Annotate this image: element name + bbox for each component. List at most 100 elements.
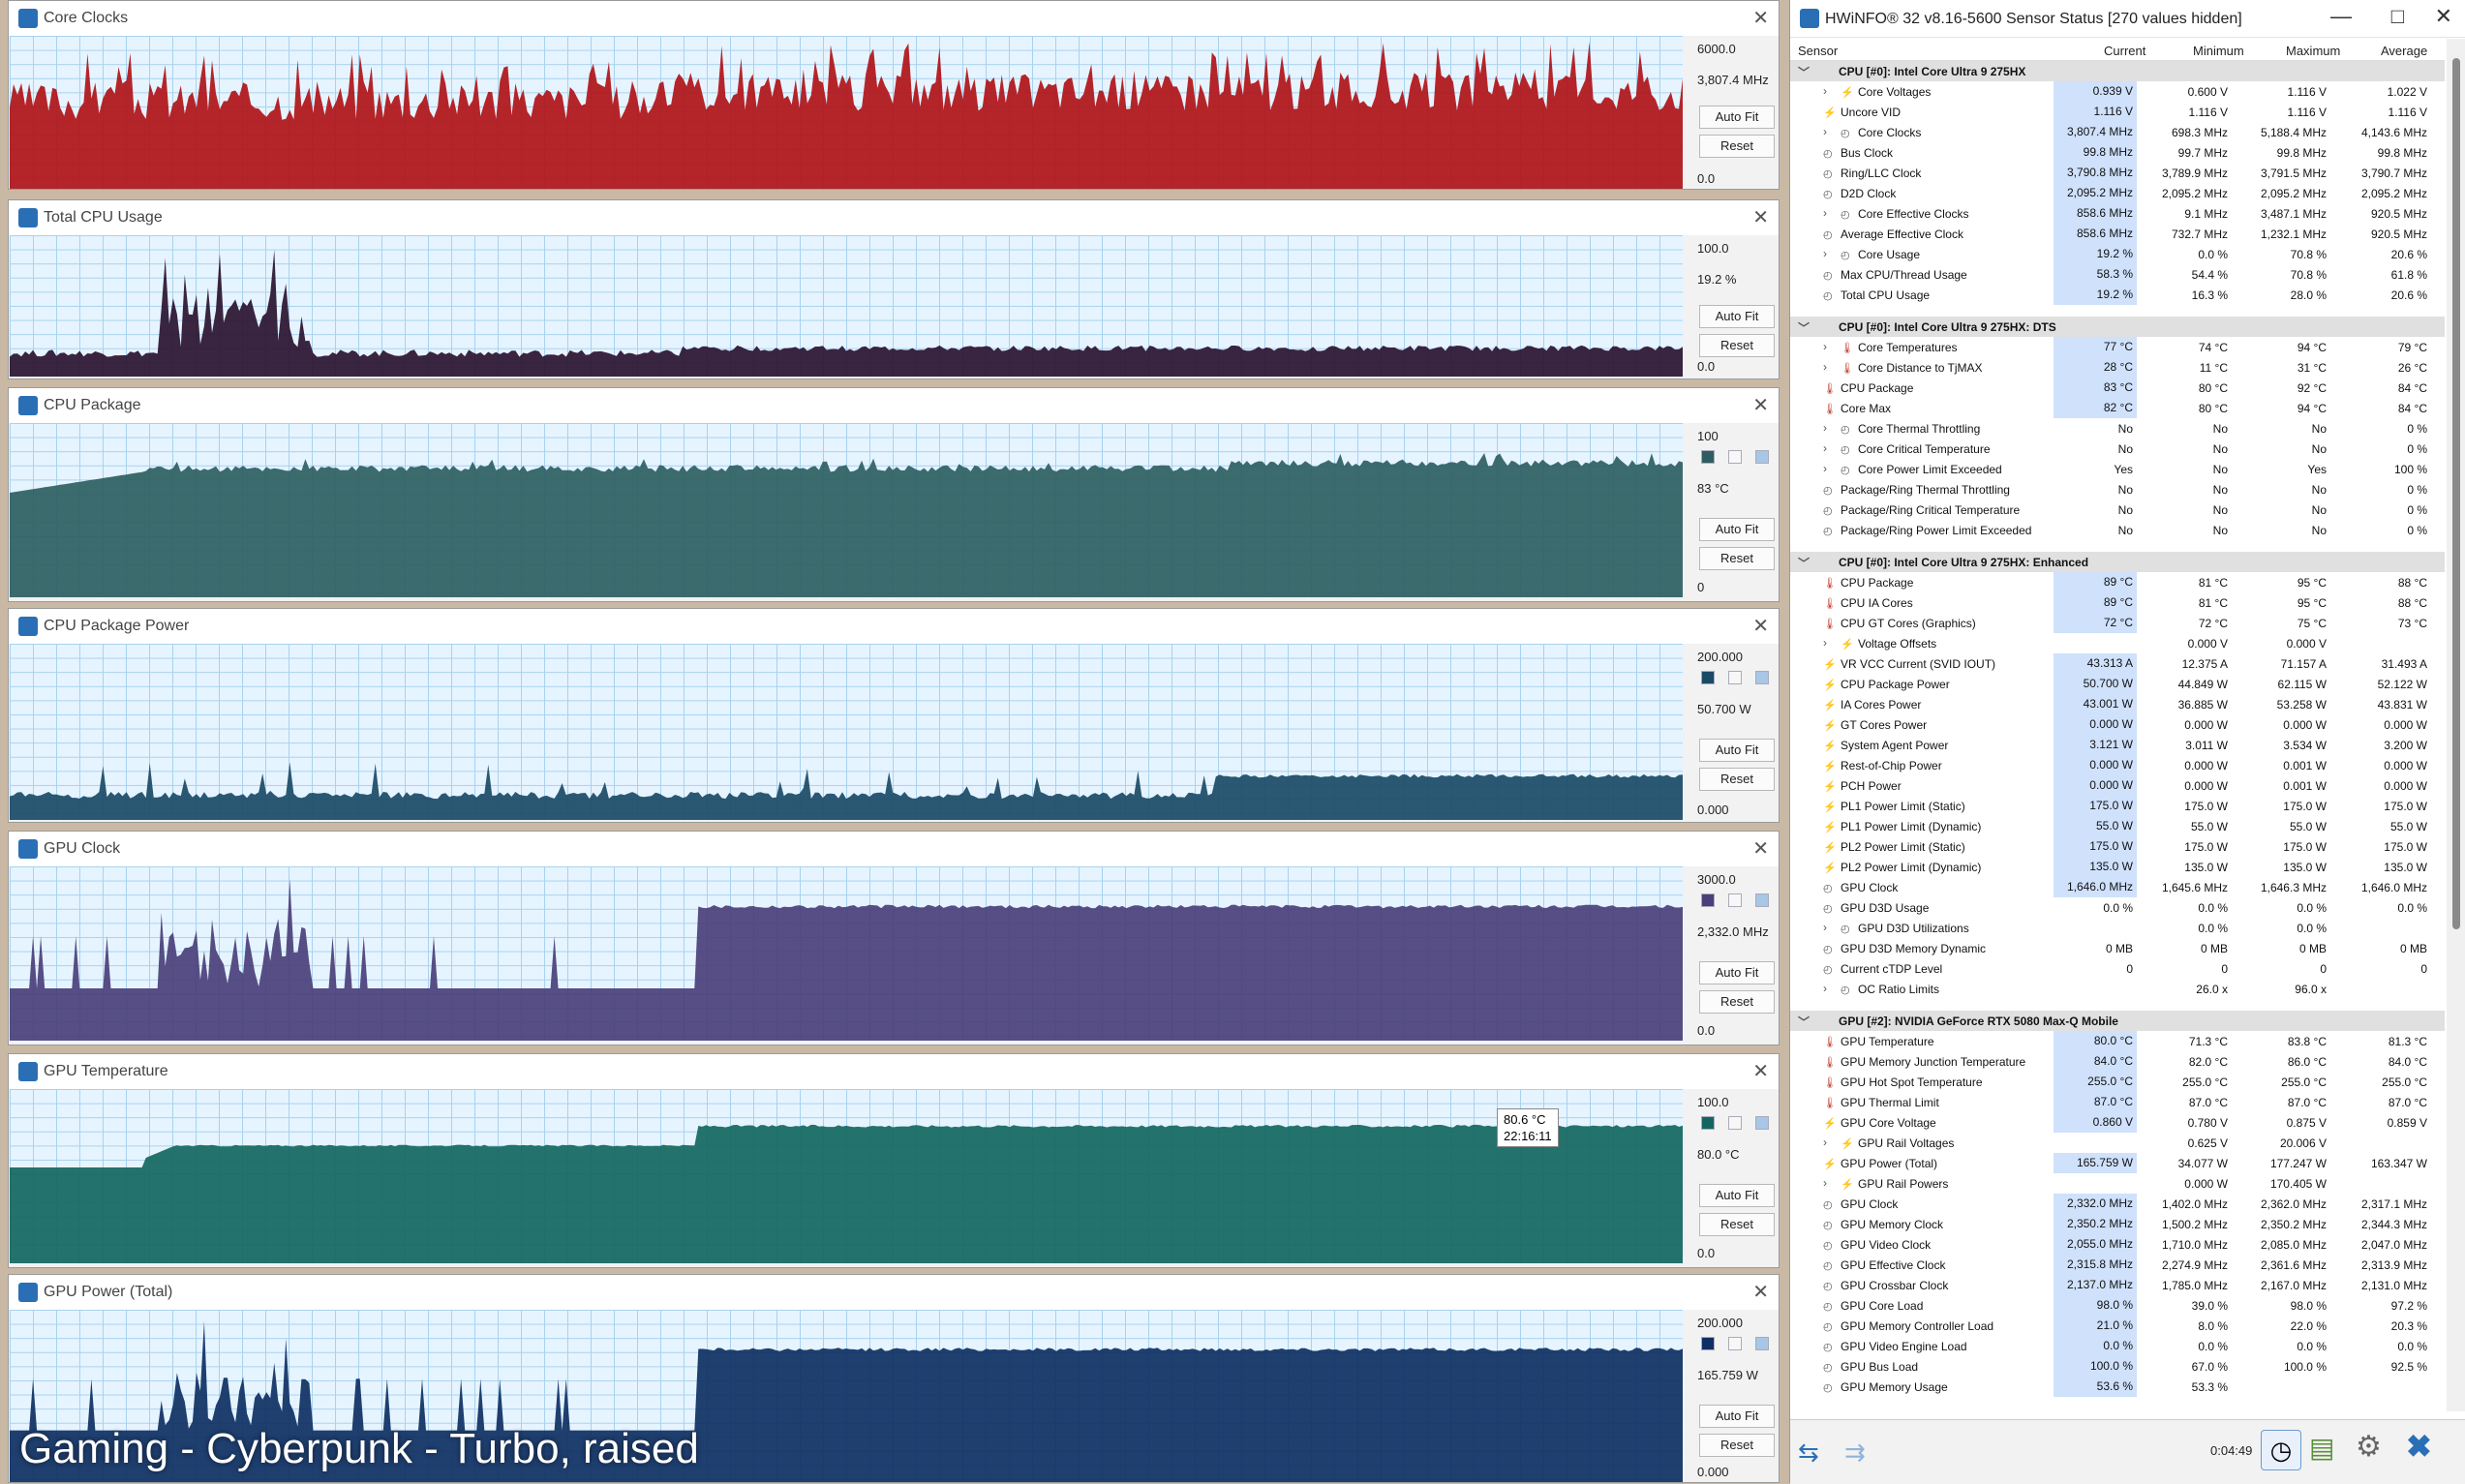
color-swatch[interactable] (1728, 671, 1742, 684)
col-minimum[interactable]: Minimum (2193, 44, 2244, 58)
color-swatch[interactable] (1755, 1337, 1769, 1350)
graph-titlebar[interactable]: GPU Clock ✕ (9, 832, 1779, 866)
sensor-row[interactable]: 🌡 CPU Package 83 °C 80 °C 92 °C 84 °C (1790, 378, 2445, 398)
auto-fit-button[interactable]: Auto Fit (1699, 739, 1775, 762)
col-maximum[interactable]: Maximum (2286, 44, 2340, 58)
minimize-icon[interactable]: — (2330, 4, 2352, 29)
close-icon[interactable]: ✕ (1752, 836, 1769, 861)
sensor-row[interactable]: 🌡 CPU IA Cores 89 °C 81 °C 95 °C 88 °C (1790, 592, 2445, 613)
reset-button[interactable]: Reset (1699, 135, 1775, 158)
sensor-row[interactable]: › ◴ Core Critical Temperature No No No 0 % (1790, 439, 2445, 459)
auto-fit-button[interactable]: Auto Fit (1699, 518, 1775, 541)
close-icon[interactable]: ✕ (1752, 205, 1769, 229)
scrollbar-thumb[interactable] (2452, 58, 2460, 929)
sensor-row[interactable]: › ⚡ GPU Rail Voltages 0.625 V 20.006 V (1790, 1133, 2445, 1153)
chevron-down-icon[interactable]: ﹀ (1798, 1014, 1810, 1030)
close-icon[interactable]: ✕ (1752, 393, 1769, 417)
sensor-row[interactable]: › ◴ GPU D3D Utilizations 0.0 % 0.0 % (1790, 918, 2445, 938)
sensor-row[interactable]: ◴ Bus Clock 99.8 MHz 99.7 MHz 99.8 MHz 99.8 M… (1790, 142, 2445, 163)
sensor-row[interactable]: ⚡ GPU Power (Total) 165.759 W 34.077 W 177.2… (1790, 1153, 2445, 1173)
sensor-row[interactable]: ◴ Current cTDP Level 0 0 0 0 (1790, 958, 2445, 979)
chevron-down-icon[interactable]: ﹀ (1798, 555, 1810, 571)
color-swatch[interactable] (1701, 893, 1715, 907)
col-current[interactable]: Current (2104, 44, 2145, 58)
hwinfo-titlebar[interactable]: HWiNFO® 32 v8.16-5600 Sensor Status [270… (1790, 0, 2465, 38)
close-icon[interactable]: ✕ (1752, 6, 1769, 30)
sensor-row[interactable]: 🌡 GPU Thermal Limit 87.0 °C 87.0 °C 87.0 °C 8… (1790, 1092, 2445, 1112)
sensor-row[interactable]: ⚡ System Agent Power 3.121 W 3.011 W 3.534 W… (1790, 735, 2445, 755)
chevron-right-icon[interactable]: › (1823, 360, 1827, 374)
reset-button[interactable]: Reset (1699, 768, 1775, 791)
chevron-right-icon[interactable]: › (1823, 921, 1827, 934)
sensor-row[interactable]: ⚡ CPU Package Power 50.700 W 44.849 W 62.115… (1790, 674, 2445, 694)
sensor-row[interactable]: › ⚡ GPU Rail Powers 0.000 W 170.405 W (1790, 1173, 2445, 1194)
chevron-right-icon[interactable]: › (1823, 421, 1827, 435)
chevron-down-icon[interactable]: ﹀ (1798, 64, 1810, 80)
log-file-icon[interactable]: ▤ (2309, 1432, 2334, 1464)
sensor-row[interactable]: ⚡ Uncore VID 1.116 V 1.116 V 1.116 V 1.116 V (1790, 102, 2445, 122)
sensor-row[interactable]: ⚡ GT Cores Power 0.000 W 0.000 W 0.000 W 0.00… (1790, 714, 2445, 735)
close-icon[interactable]: ✕ (2435, 4, 2452, 29)
color-swatch[interactable] (1755, 893, 1769, 907)
sensor-row[interactable]: ◴ GPU D3D Usage 0.0 % 0.0 % 0.0 % 0.0 % (1790, 897, 2445, 918)
clock-icon[interactable]: ◷ (2261, 1430, 2301, 1470)
graph-titlebar[interactable]: GPU Power (Total) ✕ (9, 1275, 1779, 1310)
auto-fit-button[interactable]: Auto Fit (1699, 106, 1775, 129)
sensor-row[interactable]: ◴ Package/Ring Critical Temperature No No No… (1790, 500, 2445, 520)
sensor-row[interactable]: › ◴ Core Usage 19.2 % 0.0 % 70.8 % 20.6 % (1790, 244, 2445, 264)
sensor-row[interactable]: ◴ GPU Core Load 98.0 % 39.0 % 98.0 % 97.2 % (1790, 1295, 2445, 1316)
sensor-row[interactable]: 🌡 CPU Package 89 °C 81 °C 95 °C 88 °C (1790, 572, 2445, 592)
col-sensor[interactable]: Sensor (1798, 44, 1838, 58)
sensor-group-header[interactable]: ﹀ CPU [#0]: Intel Core Ultra 9 275HX: Enh… (1790, 552, 2445, 572)
chevron-down-icon[interactable]: ﹀ (1798, 319, 1810, 336)
close-icon[interactable]: ✕ (1752, 1059, 1769, 1083)
color-swatch[interactable] (1701, 671, 1715, 684)
scrollbar[interactable] (2447, 39, 2465, 1411)
sensor-row[interactable]: › ◴ Core Thermal Throttling No No No 0 % (1790, 418, 2445, 439)
chevron-right-icon[interactable]: › (1823, 1136, 1827, 1149)
sensor-row[interactable]: 🌡 CPU GT Cores (Graphics) 72 °C 72 °C 75 °C 7… (1790, 613, 2445, 633)
graph-titlebar[interactable]: GPU Temperature ✕ (9, 1054, 1779, 1089)
close-icon[interactable]: ✕ (1752, 1280, 1769, 1304)
sensor-row[interactable]: › ◴ Core Power Limit Exceeded Yes No Yes 100 % (1790, 459, 2445, 479)
sensor-row[interactable]: ⚡ GPU Core Voltage 0.860 V 0.780 V 0.875 V 0.… (1790, 1112, 2445, 1133)
sensor-row[interactable]: › ⚡ Voltage Offsets 0.000 V 0.000 V (1790, 633, 2445, 653)
color-swatch[interactable] (1701, 450, 1715, 464)
sensor-row[interactable]: › ◴ OC Ratio Limits 26.0 x 96.0 x (1790, 979, 2445, 999)
chevron-right-icon[interactable]: › (1823, 247, 1827, 260)
color-swatch[interactable] (1701, 1116, 1715, 1130)
auto-fit-button[interactable]: Auto Fit (1699, 1184, 1775, 1207)
sensor-row[interactable]: ◴ GPU Memory Clock 2,350.2 MHz 1,500.2 MHz 2… (1790, 1214, 2445, 1234)
color-swatch[interactable] (1755, 450, 1769, 464)
sensor-row[interactable]: ⚡ VR VCC Current (SVID IOUT) 43.313 A 12.37… (1790, 653, 2445, 674)
chevron-right-icon[interactable]: › (1823, 125, 1827, 138)
sensor-row[interactable]: ⚡ PCH Power 0.000 W 0.000 W 0.001 W 0.000 W (1790, 775, 2445, 796)
chevron-right-icon[interactable]: › (1823, 1176, 1827, 1190)
chevron-right-icon[interactable]: › (1823, 340, 1827, 353)
nav-forward-icon[interactable]: ⇉ (1844, 1438, 1866, 1468)
reset-button[interactable]: Reset (1699, 334, 1775, 357)
graph-titlebar[interactable]: Total CPU Usage ✕ (9, 200, 1779, 235)
chevron-right-icon[interactable]: › (1823, 636, 1827, 650)
chevron-right-icon[interactable]: › (1823, 84, 1827, 98)
graph-titlebar[interactable]: CPU Package Power ✕ (9, 609, 1779, 644)
reset-button[interactable]: Reset (1699, 990, 1775, 1014)
chevron-right-icon[interactable]: › (1823, 206, 1827, 220)
sensor-row[interactable]: ◴ Package/Ring Power Limit Exceeded No No No… (1790, 520, 2445, 540)
sensor-row[interactable]: ◴ Ring/LLC Clock 3,790.8 MHz 3,789.9 MHz 3,7… (1790, 163, 2445, 183)
sensor-row[interactable]: 🌡 GPU Temperature 80.0 °C 71.3 °C 83.8 °C 81.… (1790, 1031, 2445, 1051)
sensor-row[interactable]: ◴ GPU Video Clock 2,055.0 MHz 1,710.0 MHz 2,… (1790, 1234, 2445, 1255)
sensor-row[interactable]: › ⚡ Core Voltages 0.939 V 0.600 V 1.116 V 1.02… (1790, 81, 2445, 102)
sensor-row[interactable]: › ◴ Core Effective Clocks 858.6 MHz 9.1 MHz 3… (1790, 203, 2445, 224)
sensor-row[interactable]: ◴ Total CPU Usage 19.2 % 16.3 % 28.0 % 20.6 % (1790, 285, 2445, 305)
sensor-group-header[interactable]: ﹀ CPU [#0]: Intel Core Ultra 9 275HX: DTS (1790, 317, 2445, 337)
sensor-row[interactable]: ⚡ PL1 Power Limit (Dynamic) 55.0 W 55.0 W 55… (1790, 816, 2445, 836)
sensor-row[interactable]: ⚡ IA Cores Power 43.001 W 36.885 W 53.258 W 4… (1790, 694, 2445, 714)
sensor-row[interactable]: › ◴ Core Clocks 3,807.4 MHz 698.3 MHz 5,188.4… (1790, 122, 2445, 142)
sensor-row[interactable]: › 🌡 Core Distance to TjMAX 28 °C 11 °C 31 °C 2… (1790, 357, 2445, 378)
color-swatch[interactable] (1701, 1337, 1715, 1350)
color-swatch[interactable] (1755, 671, 1769, 684)
reset-button[interactable]: Reset (1699, 1434, 1775, 1457)
auto-fit-button[interactable]: Auto Fit (1699, 961, 1775, 984)
sensor-row[interactable]: 🌡 GPU Memory Junction Temperature 84.0 °C 8… (1790, 1051, 2445, 1072)
